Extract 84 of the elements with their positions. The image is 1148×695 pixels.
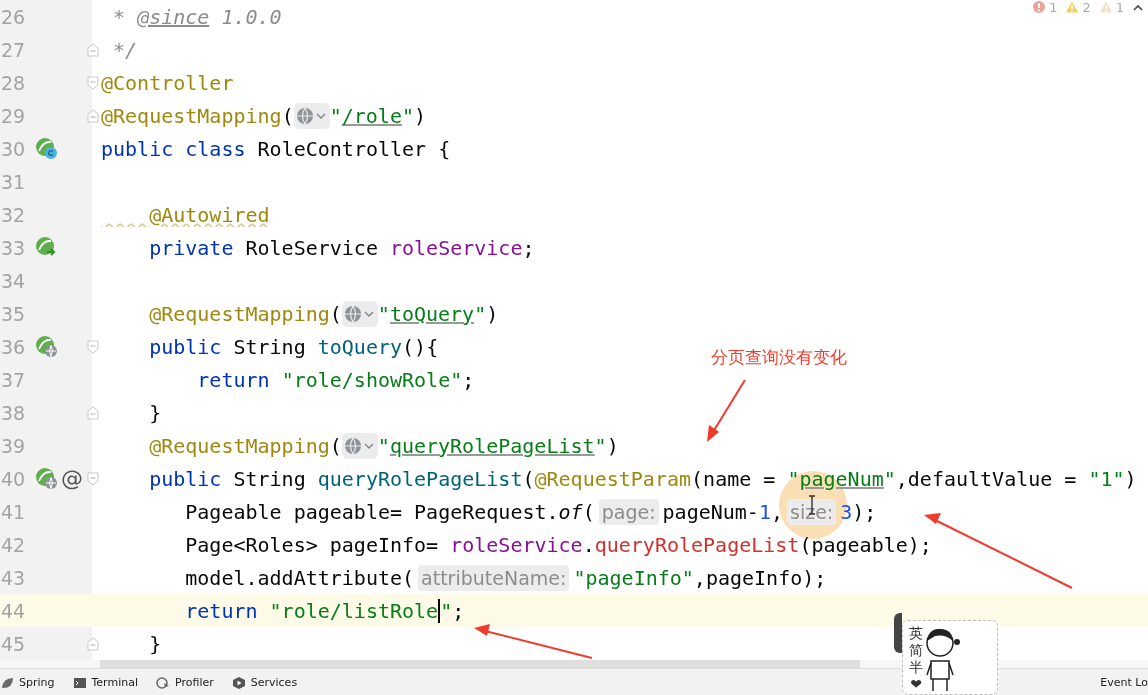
fold-marker-icon[interactable] xyxy=(87,75,99,90)
code-text: Pageable pageable= PageRequest.of( xyxy=(184,499,595,524)
ime-tab[interactable] xyxy=(894,613,902,653)
web-endpoint-icon xyxy=(35,335,58,358)
code-text: 3); xyxy=(840,499,877,524)
code-line: * @since 1.0.0 xyxy=(112,4,282,29)
code-text: @RequestMapping( xyxy=(101,103,294,128)
code-text: "/role") xyxy=(329,103,427,128)
web-endpoint-icon xyxy=(35,467,58,490)
annotation-note: 分页查询没有变化 xyxy=(711,346,847,369)
line-number: 38 xyxy=(1,401,27,424)
code-text: "; xyxy=(440,598,465,623)
code-line: */ xyxy=(112,37,138,62)
line-number: 30 xyxy=(1,137,27,160)
parameter-hint: attributeName: xyxy=(418,564,570,591)
ime-toggle[interactable]: ❤ xyxy=(910,676,922,692)
fold-marker-icon[interactable] xyxy=(87,636,99,651)
line-number: 33 xyxy=(1,236,27,259)
code-text: @RequestMapping( xyxy=(148,433,342,458)
code-line: } xyxy=(148,631,162,656)
line-number: 39 xyxy=(1,434,27,457)
code-text: model.addAttribute( xyxy=(184,565,415,590)
services-icon xyxy=(231,675,246,690)
spring-icon xyxy=(0,675,14,690)
tool-window-button[interactable]: Terminal xyxy=(72,675,138,690)
ime-toggle[interactable]: 简 xyxy=(909,642,923,658)
line-number: 37 xyxy=(1,368,27,391)
line-number: 43 xyxy=(1,566,27,589)
line-number: 27 xyxy=(1,38,27,61)
code-line: return "role/showRole"; xyxy=(196,367,475,392)
parameter-hint: page: xyxy=(598,498,659,525)
tool-window-button[interactable]: Event Lo xyxy=(1100,676,1148,689)
code-line: public class RoleController { xyxy=(101,136,451,161)
code-text: return "role/listRole xyxy=(184,598,439,623)
code-line: Page<Roles> pageInfo= roleService.queryRolePageList(pageable); xyxy=(184,532,932,557)
line-number: 26 xyxy=(1,5,27,28)
url-dropdown-icon[interactable] xyxy=(293,102,330,129)
code-text: pageNum-1, xyxy=(662,499,783,524)
code-line: @Controller xyxy=(101,70,234,95)
code-line: } xyxy=(148,400,162,425)
line-number: 29 xyxy=(1,104,27,127)
text-cursor xyxy=(438,598,441,623)
warning-icon xyxy=(1098,0,1113,14)
code-text: @RequestMapping( xyxy=(148,301,342,326)
fold-marker-icon[interactable] xyxy=(87,108,99,123)
gutter-mark[interactable]: @ xyxy=(61,466,83,491)
warning-icon xyxy=(1065,0,1080,14)
line-number: 28 xyxy=(1,71,27,94)
code-line: public String toQuery(){ xyxy=(148,334,439,359)
line-number: 31 xyxy=(1,170,27,193)
arrow xyxy=(707,379,746,442)
line-number: 45 xyxy=(1,632,27,655)
code-text: "queryRolePageList") xyxy=(377,433,619,458)
fold-marker-icon[interactable] xyxy=(87,339,99,354)
code-line: private RoleService roleService; xyxy=(148,235,535,260)
tool-window-button[interactable]: Profiler xyxy=(156,675,214,690)
line-number: 41 xyxy=(1,500,27,523)
bean-class-icon xyxy=(35,137,58,160)
fold-marker-icon[interactable] xyxy=(87,42,99,57)
fold-marker-icon[interactable] xyxy=(87,405,99,420)
url-dropdown-icon[interactable] xyxy=(341,300,378,327)
line-number: 36 xyxy=(1,335,27,358)
line-number: 42 xyxy=(1,533,27,556)
tool-window-button[interactable]: Services xyxy=(231,675,298,690)
code-text: "pageInfo",pageInfo); xyxy=(573,565,827,590)
ime-toggle[interactable]: 英 xyxy=(909,625,923,641)
url-dropdown-icon[interactable] xyxy=(341,432,378,459)
line-number: 34 xyxy=(1,269,27,292)
terminal-icon xyxy=(72,675,87,690)
tool-window-button[interactable]: Spring xyxy=(0,675,55,690)
fold-marker-icon[interactable] xyxy=(87,471,99,486)
line-number: 35 xyxy=(1,302,27,325)
profiler-icon xyxy=(156,675,170,690)
chevron-up-icon[interactable] xyxy=(1132,2,1144,12)
scrollbar-thumb[interactable] xyxy=(100,660,860,668)
line-number: 32 xyxy=(1,203,27,226)
parameter-hint: size: xyxy=(787,498,837,525)
code-line: @Autowired xyxy=(148,202,270,227)
line-number: 44 xyxy=(1,599,27,622)
ime-toggle[interactable]: 半 xyxy=(909,659,923,675)
code-line: public String queryRolePageList(@RequestParam(name = "pageNum",defaultValue = "1") xyxy=(148,466,1137,491)
error-icon xyxy=(1032,0,1047,14)
code-text: "toQuery") xyxy=(377,301,499,326)
line-number: 40 xyxy=(1,467,27,490)
